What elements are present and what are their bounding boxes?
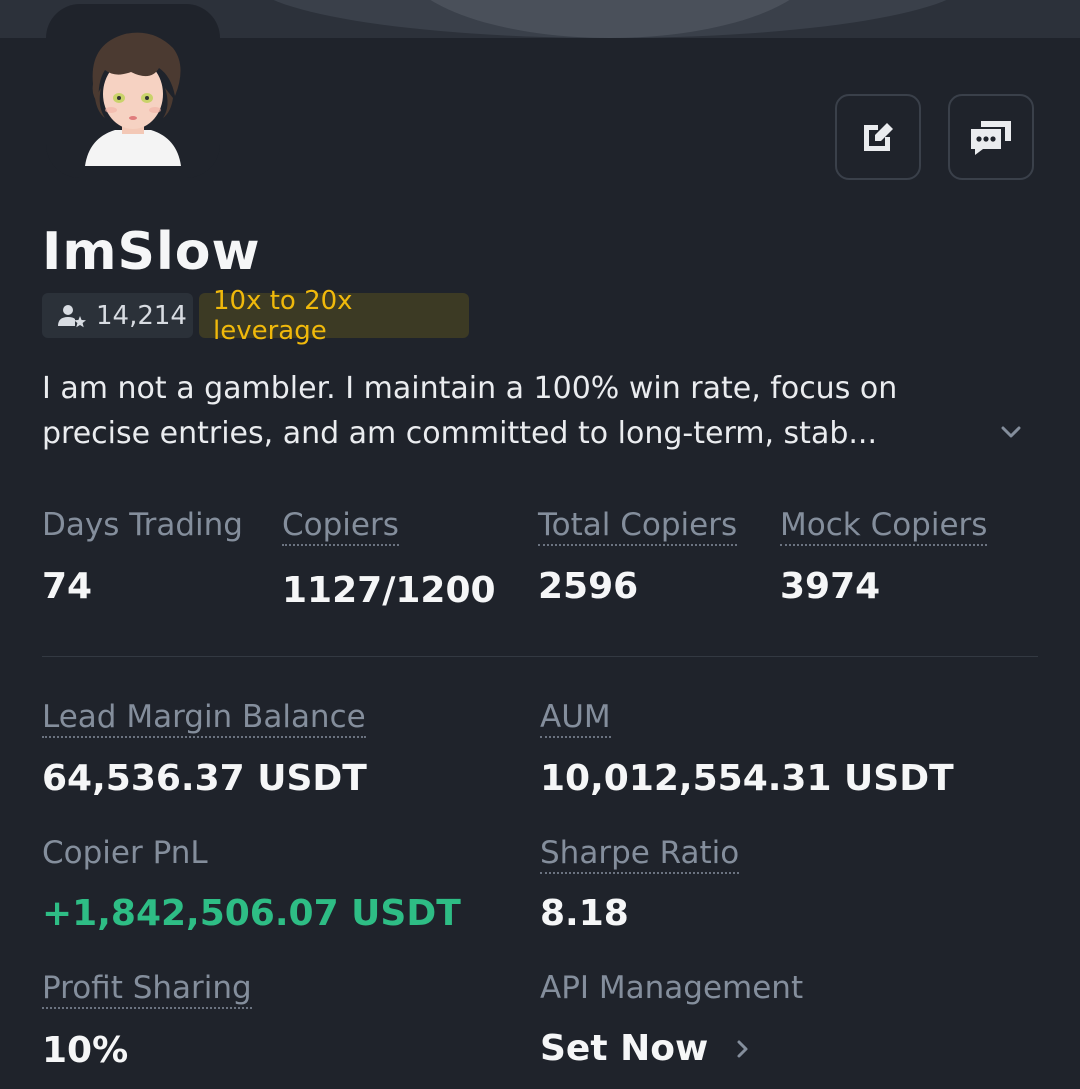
chat-button[interactable] — [948, 94, 1034, 180]
divider — [42, 656, 1038, 657]
edit-profile-button[interactable] — [835, 94, 921, 180]
edit-icon — [864, 123, 893, 151]
bio-line: precise entries, and am committed to lon… — [42, 416, 877, 451]
copiers-label[interactable]: Copiers — [282, 507, 399, 546]
chevron-right-icon — [737, 1040, 748, 1057]
user-star-icon — [58, 304, 86, 327]
mock-copiers-value: 3974 — [780, 566, 881, 607]
sharpe-ratio-value: 8.18 — [540, 893, 629, 934]
copiers-value: 1127/1200 — [282, 570, 496, 611]
lead-margin-balance-value: 64,536.37 USDT — [42, 758, 367, 799]
mock-copiers-label[interactable]: Mock Copiers — [780, 507, 988, 546]
copier-pnl-label: Copier PnL — [42, 835, 208, 871]
aum-label[interactable]: AUM — [540, 699, 611, 738]
bio-text[interactable]: I am not a gambler. I maintain a 100% wi… — [42, 366, 942, 456]
aum-value: 10,012,554.31 USDT — [540, 758, 954, 799]
total-copiers-label[interactable]: Total Copiers — [538, 507, 738, 546]
sharpe-ratio-label[interactable]: Sharpe Ratio — [540, 835, 740, 874]
avatar[interactable] — [75, 26, 191, 176]
profit-sharing-value: 10% — [42, 1030, 129, 1071]
followers-count: 14,214 — [96, 300, 187, 331]
chat-icon — [971, 121, 1011, 155]
leverage-tag: 10x to 20x leverage — [199, 286, 469, 346]
lead-margin-balance-label[interactable]: Lead Margin Balance — [42, 699, 366, 738]
copier-pnl-value: +1,842,506.07 USDT — [42, 893, 461, 934]
set-now-link[interactable]: Set Now — [540, 1028, 750, 1069]
bio-line: I am not a gambler. I maintain a 100% wi… — [42, 371, 898, 406]
trader-name: ImSlow — [42, 222, 261, 282]
profit-sharing-label[interactable]: Profit Sharing — [42, 970, 252, 1009]
api-management-label: API Management — [540, 970, 804, 1006]
days-trading-label: Days Trading — [42, 507, 243, 543]
followers-badge: 14,214 — [42, 293, 193, 338]
days-trading-value: 74 — [42, 566, 93, 607]
total-copiers-value: 2596 — [538, 566, 639, 607]
chevron-down-icon[interactable] — [998, 419, 1024, 445]
set-now-label: Set Now — [540, 1028, 709, 1069]
